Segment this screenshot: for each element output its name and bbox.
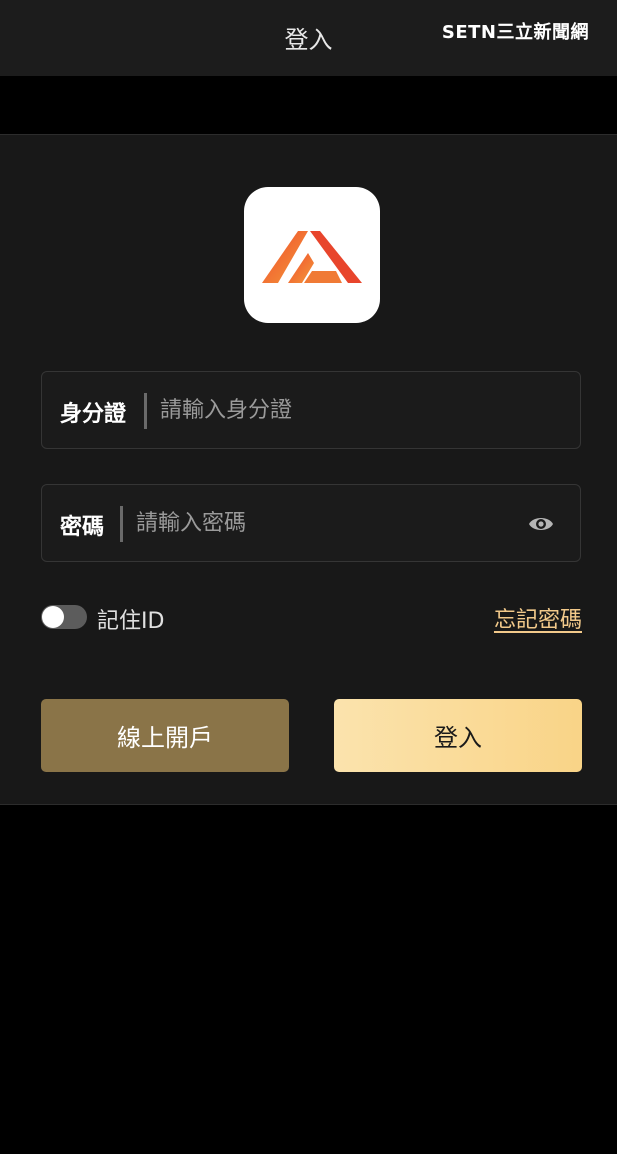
brand-logo-icon [262, 231, 362, 283]
password-field-label: 密碼 [60, 515, 105, 540]
remember-id-toggle[interactable] [41, 605, 87, 629]
forgot-password-link[interactable]: 忘記密碼 [494, 602, 582, 634]
login-panel: 身分證 密碼 記住ID 忘記密碼 線上開戶 登入 [0, 134, 617, 805]
header-gap [0, 76, 617, 134]
password-input[interactable] [136, 501, 516, 545]
id-field-label: 身分證 [60, 402, 127, 427]
id-field-divider [144, 393, 147, 429]
remember-id-label: 記住ID [97, 609, 165, 634]
id-field: 身分證 [41, 371, 581, 449]
app-logo [244, 187, 380, 323]
watermark: SETN三立新聞網 [441, 22, 589, 43]
top-bar: 登入 SETN三立新聞網 [0, 0, 617, 76]
eye-icon[interactable] [528, 511, 554, 537]
toggle-knob [42, 606, 64, 628]
login-button[interactable]: 登入 [334, 699, 582, 772]
password-field: 密碼 [41, 484, 581, 562]
id-input[interactable] [160, 388, 560, 432]
open-account-button[interactable]: 線上開戶 [41, 699, 289, 772]
password-field-divider [120, 506, 123, 542]
